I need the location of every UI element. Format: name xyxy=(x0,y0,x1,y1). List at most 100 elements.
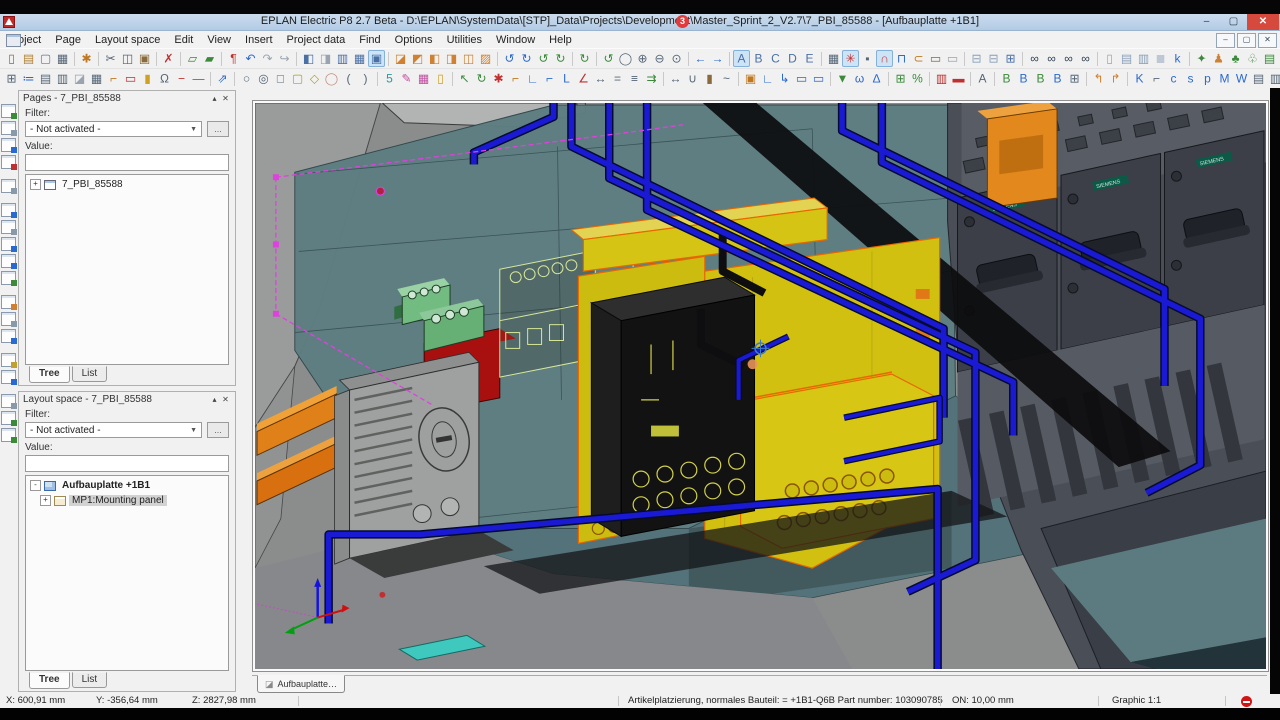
menu-options[interactable]: Options xyxy=(388,33,440,47)
tree-item-mounting-panel[interactable]: + MP1:Mounting panel xyxy=(26,493,228,508)
snap-point-icon[interactable]: ▪ xyxy=(859,50,876,67)
tree-item-project[interactable]: + 7_PBI_85588 xyxy=(26,177,228,192)
expander-icon[interactable]: + xyxy=(30,179,41,190)
restore-button[interactable]: ▢ xyxy=(1220,14,1247,30)
rotate-icon[interactable]: ↻ xyxy=(473,70,490,87)
pages-tab-tree[interactable]: Tree xyxy=(29,366,70,383)
table-end-1-icon[interactable]: ▤ xyxy=(1250,70,1267,87)
grid-c-icon[interactable]: C xyxy=(767,50,784,67)
mdi-restore-button[interactable]: ▢ xyxy=(1237,33,1256,48)
path-1-icon[interactable]: ∟ xyxy=(759,70,776,87)
macro-navigator-icon[interactable] xyxy=(1,271,16,285)
ruler-v-icon[interactable]: ▯ xyxy=(432,70,449,87)
search-page-icon[interactable]: ∞ xyxy=(1043,50,1060,67)
drag-mode-icon[interactable]: ⊂ xyxy=(910,50,927,67)
navigator-diamond-icon[interactable]: ✦ xyxy=(1193,50,1210,67)
pages-filter-dropdown[interactable]: - Not activated - ▼ xyxy=(25,121,202,137)
corner-1-icon[interactable]: ∟ xyxy=(524,70,541,87)
rotate-view-3-icon[interactable]: ↺ xyxy=(535,50,552,67)
window-view-4-icon[interactable]: ▦ xyxy=(351,50,368,67)
letter-w-icon[interactable]: W xyxy=(1233,70,1250,87)
terminal-navigator-icon[interactable] xyxy=(1,138,16,152)
corner-3-icon[interactable]: L xyxy=(558,70,575,87)
menu-project-data[interactable]: Project data xyxy=(280,33,353,47)
ramp-icon[interactable]: ∆ xyxy=(868,70,885,87)
project-navigator-icon[interactable] xyxy=(1,428,16,442)
text-style-icon[interactable]: A xyxy=(974,70,991,87)
corner-2-icon[interactable]: ⌐ xyxy=(541,70,558,87)
connection-navigator-icon[interactable] xyxy=(1,237,16,251)
letter-s-icon[interactable]: s xyxy=(1182,70,1199,87)
jump-hc-icon[interactable]: ↰ xyxy=(1090,70,1107,87)
block-icon[interactable]: ▮ xyxy=(701,70,718,87)
symbol-navigator-icon[interactable] xyxy=(1,179,16,193)
grid-plus-icon[interactable]: ⊞ xyxy=(892,70,909,87)
red-minus-icon[interactable]: − xyxy=(173,70,190,87)
flag-icon[interactable]: ⌐ xyxy=(105,70,122,87)
mdi-close-button[interactable]: ✕ xyxy=(1258,33,1277,48)
menu-help[interactable]: Help xyxy=(542,33,579,47)
zoom-window-icon[interactable]: ◯ xyxy=(617,50,634,67)
viewport-tab-aufbauplatte[interactable]: ◪ Aufbauplatte… xyxy=(257,675,345,693)
angle-icon[interactable]: ∠ xyxy=(575,70,592,87)
w-tool-icon[interactable]: ω xyxy=(851,70,868,87)
refresh-icon[interactable]: ↻ xyxy=(576,50,593,67)
device-icon[interactable]: ♟ xyxy=(1210,50,1227,67)
redo-icon[interactable]: ↷ xyxy=(259,50,276,67)
letter-k-icon[interactable]: K xyxy=(1131,70,1148,87)
graphic-dash-icon[interactable]: ▭ xyxy=(944,50,961,67)
copy-icon[interactable]: ◫ xyxy=(119,50,136,67)
pages-panel-close-button[interactable]: ✕ xyxy=(220,94,231,103)
menu-layout-space[interactable]: Layout space xyxy=(88,33,167,47)
window-view-2-icon[interactable]: ◨ xyxy=(317,50,334,67)
omega-icon[interactable]: Ω xyxy=(156,70,173,87)
page-number-icon[interactable]: ▥ xyxy=(1135,50,1152,67)
draw-circle-icon[interactable]: ○ xyxy=(238,70,255,87)
cut-icon[interactable]: ✂ xyxy=(102,50,119,67)
close-button[interactable]: ✕ xyxy=(1247,14,1279,30)
device-navigator-icon[interactable] xyxy=(1,254,16,268)
shortcut-k-icon[interactable]: k xyxy=(1169,50,1186,67)
draw-arc-2-icon[interactable]: ) xyxy=(357,70,374,87)
expander-icon[interactable]: + xyxy=(40,495,51,506)
open-icon[interactable]: ▤ xyxy=(20,50,37,67)
print-icon[interactable]: ▦ xyxy=(54,50,71,67)
view-cube-1-icon[interactable]: ◪ xyxy=(392,50,409,67)
view-cube-5-icon[interactable]: ◫ xyxy=(460,50,477,67)
zoom-out-icon[interactable]: ⊖ xyxy=(651,50,668,67)
snap-to-grid-icon[interactable]: ✳ xyxy=(842,50,859,67)
delete-icon[interactable]: ✗ xyxy=(160,50,177,67)
menu-view[interactable]: View xyxy=(200,33,238,47)
page-title-icon[interactable]: ▤ xyxy=(1118,50,1135,67)
equal-icon[interactable]: = xyxy=(609,70,626,87)
layout-navigator-icon[interactable] xyxy=(1,329,16,343)
rect-dashed-2-icon[interactable]: ▭ xyxy=(810,70,827,87)
mdi-minimize-button[interactable]: – xyxy=(1216,33,1235,48)
view-cube-2-icon[interactable]: ◩ xyxy=(409,50,426,67)
screen-red-icon[interactable]: ▥ xyxy=(933,70,950,87)
page-blank-icon[interactable]: ▯ xyxy=(1101,50,1118,67)
copy-format-icon[interactable]: ▱ xyxy=(184,50,201,67)
menu-window[interactable]: Window xyxy=(489,33,542,47)
menu-page[interactable]: Page xyxy=(48,33,88,47)
plc-navigator-icon[interactable] xyxy=(1,203,16,217)
page-forward-icon[interactable]: → xyxy=(709,50,726,67)
move-icon[interactable]: ↖ xyxy=(456,70,473,87)
export-navigator-icon[interactable] xyxy=(1,370,16,384)
tree-item-aufbauplatte[interactable]: - Aufbauplatte +1B1 xyxy=(26,478,228,493)
draw-rect-round-icon[interactable]: ▢ xyxy=(289,70,306,87)
pages-panel-collapse-button[interactable]: ▴ xyxy=(209,94,220,103)
grid-d-icon[interactable]: D xyxy=(784,50,801,67)
black-contactor[interactable] xyxy=(591,277,754,536)
grid-percent-icon[interactable]: % xyxy=(909,70,926,87)
view-cube-3-icon[interactable]: ◧ xyxy=(426,50,443,67)
tree-structure-1-icon[interactable]: ♣ xyxy=(1227,50,1244,67)
rotate-view-4-icon[interactable]: ↻ xyxy=(552,50,569,67)
page-back-icon[interactable]: ← xyxy=(692,50,709,67)
table-end-2-icon[interactable]: ▥ xyxy=(1267,70,1280,87)
macro-bk1-icon[interactable]: B xyxy=(1015,70,1032,87)
menu-insert[interactable]: Insert xyxy=(238,33,280,47)
list-editor-icon[interactable]: ≔ xyxy=(20,70,37,87)
table-1-icon[interactable]: ▤ xyxy=(37,70,54,87)
align-3-icon[interactable]: ⊞ xyxy=(1002,50,1019,67)
